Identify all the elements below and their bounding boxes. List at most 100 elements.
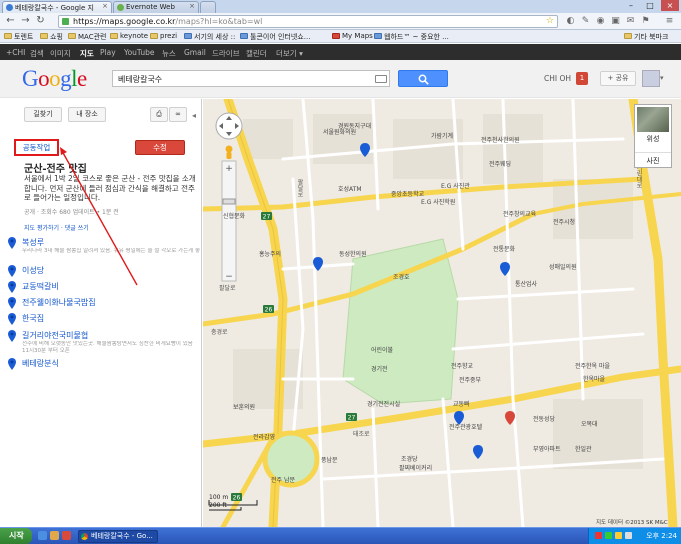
map-label[interactable]: 교동빠 [453, 399, 470, 408]
map-label[interactable]: 전통문화 [493, 244, 515, 253]
gbar-item[interactable]: +CHI [6, 48, 25, 57]
bookmark-item[interactable]: My Maps [332, 32, 373, 40]
map-label[interactable]: 경기전전시실 [367, 399, 400, 408]
map-label[interactable]: 전주창의교육 [503, 209, 536, 218]
map-label[interactable]: 전주중부 [459, 375, 481, 384]
other-bookmarks[interactable]: 기타 북마크 [624, 32, 668, 42]
map-label[interactable]: 중앙초등학교 [391, 189, 424, 198]
volume-icon[interactable] [625, 532, 632, 539]
map-label[interactable]: 통산업사 [515, 279, 537, 288]
map-label[interactable]: 한일관 [575, 444, 592, 453]
tab-maps[interactable]: 베테랑칼국수 - Google 지 × [2, 1, 112, 13]
map-type-control[interactable]: 위성 사진 [634, 104, 672, 168]
extension-icon[interactable]: ✉ [625, 16, 636, 27]
bookmark-star-icon[interactable]: ☆ [546, 16, 554, 26]
map-label[interactable]: 조경당 [401, 454, 418, 463]
map-label[interactable]: 전주향교 [451, 361, 473, 370]
start-button[interactable]: 시작 [0, 528, 32, 544]
google-logo[interactable]: Google [22, 66, 87, 92]
map-label[interactable]: 풍남문 [321, 455, 338, 464]
map-label[interactable]: 전주천사한의원 [481, 135, 520, 144]
gbar-item[interactable]: 검색 [30, 48, 44, 59]
minimize-button[interactable]: – [622, 0, 640, 11]
map-label[interactable]: 성매일의원 [549, 262, 577, 271]
tab-evernote[interactable]: Evernote Web × [113, 1, 199, 13]
tab-close-icon[interactable]: × [189, 2, 195, 10]
map-label[interactable]: 전동성당 [533, 414, 555, 423]
photo-button[interactable]: 사진 [635, 152, 671, 166]
gbar-more[interactable]: 더보기 ▾ [276, 48, 303, 59]
tray-icon[interactable] [595, 532, 602, 539]
share-button[interactable]: + 공유 [600, 71, 636, 86]
quick-launch-icon[interactable] [38, 531, 47, 540]
bookmark-item[interactable]: 툴콘이어 인터넷쇼... [240, 32, 310, 42]
extension-icon[interactable]: ◉ [595, 16, 606, 27]
tab-close-icon[interactable]: × [102, 2, 108, 10]
gbar-item[interactable]: Gmail [184, 48, 206, 57]
avatar[interactable] [642, 70, 660, 87]
search-button[interactable] [398, 70, 448, 87]
quick-launch-icon[interactable] [50, 531, 59, 540]
map-label[interactable]: 동성한의원 [339, 249, 367, 258]
map-label[interactable]: 한옥마을 [583, 374, 605, 383]
extension-icon[interactable]: ⚑ [640, 16, 651, 27]
map-label[interactable]: 부영아파트 [533, 444, 561, 453]
map-label[interactable]: 어린이불 [371, 345, 393, 354]
map-label[interactable]: 가람기계 [431, 131, 453, 140]
map-label[interactable]: 전주관광호텔 [449, 422, 482, 431]
taskbar-chrome-window[interactable]: 베테랑칼국수 - Go... [78, 530, 158, 543]
map-label[interactable]: 팔찌베이커리 [399, 463, 432, 472]
map-label[interactable]: 호성ATM [338, 184, 362, 193]
notification-badge[interactable]: 1 [576, 72, 588, 85]
reload-icon[interactable]: ↻ [34, 15, 47, 28]
map-label[interactable]: 전주웨딩 [489, 159, 511, 168]
back-arrow-icon[interactable]: ← [4, 15, 17, 28]
gbar-item[interactable]: 캘린더 [246, 48, 267, 59]
bookmark-item[interactable]: MAC관련 [68, 32, 106, 42]
map-canvas[interactable]: 27 27 26 26 + − 서울원화의원 경원동지구대 가람기계 전주천사한… [203, 99, 681, 527]
extension-icon[interactable]: ▣ [610, 16, 621, 27]
user-name[interactable]: CHI OH [544, 74, 571, 83]
satellite-thumbnail[interactable] [637, 107, 669, 132]
close-window-button[interactable]: × [661, 0, 679, 11]
clock[interactable]: 오후 2:24 [646, 531, 677, 541]
keyboard-icon[interactable] [375, 75, 387, 83]
bookmark-item[interactable]: 서기의 세상 :: [184, 32, 235, 42]
map-label[interactable]: 전라감영 [253, 432, 275, 441]
extension-icon[interactable]: ✎ [580, 16, 591, 27]
search-input[interactable]: 베테랑칼국수 [112, 70, 390, 87]
gbar-item[interactable]: 드라이브 [212, 48, 240, 59]
map-label[interactable]: 전주 남문 [271, 475, 295, 484]
new-tab-button[interactable] [200, 1, 216, 13]
tray-icon[interactable] [615, 532, 622, 539]
bookmark-item[interactable]: 토렌트 [4, 32, 33, 42]
bookmark-item[interactable]: 쇼핑 [40, 32, 63, 42]
gbar-item[interactable]: Play [100, 48, 116, 57]
map-label[interactable]: E.G 사진학원 [421, 197, 455, 206]
extension-icon[interactable]: ◐ [565, 16, 576, 27]
satellite-button[interactable]: 위성 [635, 134, 671, 144]
tray-icon[interactable] [605, 532, 612, 539]
bookmark-item[interactable]: prezi [150, 32, 177, 40]
bookmark-item[interactable]: keynote [110, 32, 148, 40]
address-bar[interactable]: https://maps.google.co.kr/maps?hl=ko&tab… [58, 15, 558, 28]
map-label[interactable]: 전주시청 [553, 217, 575, 226]
map-label[interactable]: 오목대 [581, 419, 598, 428]
map-label[interactable]: 신협문화 [223, 211, 245, 220]
gbar-item[interactable]: YouTube [124, 48, 155, 57]
gbar-item[interactable]: 이미지 [50, 48, 71, 59]
gbar-item-active[interactable]: 지도 [80, 48, 94, 59]
map-label[interactable]: 보훈의원 [233, 402, 255, 411]
forward-arrow-icon[interactable]: → [19, 15, 32, 28]
map-label[interactable]: 경기전 [371, 364, 388, 373]
map-attribution[interactable]: 지도 데이터 ©2013 SK M&C [596, 518, 668, 526]
map-label[interactable]: E.G 사진관 [441, 181, 470, 190]
gbar-item[interactable]: 뉴스 [162, 48, 176, 59]
map-label[interactable]: 경원동지구대 [338, 121, 371, 130]
map-label[interactable]: 조경호 [393, 272, 410, 281]
chevron-down-icon[interactable]: ▾ [660, 74, 664, 82]
wrench-menu-icon[interactable]: ≡ [664, 16, 675, 27]
map-label[interactable]: 홍능주의 [259, 249, 281, 258]
map-label[interactable]: 전주한옥 마을 [575, 361, 610, 370]
maximize-button[interactable]: □ [641, 0, 659, 11]
